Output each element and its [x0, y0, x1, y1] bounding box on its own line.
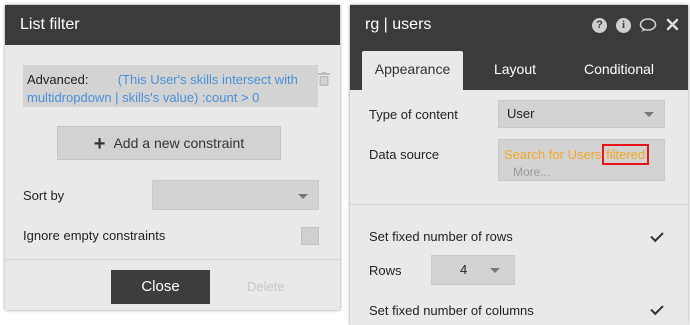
type-of-content-dropdown[interactable]: User: [498, 100, 665, 128]
add-constraint-label: Add a new constraint: [113, 135, 245, 151]
list-filter-panel: List filter Advanced: (This User's skill…: [5, 5, 340, 310]
list-filter-footer: Close Delete: [5, 259, 340, 310]
fixed-rows-checkbox[interactable]: [648, 228, 666, 244]
advanced-expression-line1[interactable]: (This User's skills intersect with: [118, 72, 298, 87]
list-filter-title: List filter: [5, 5, 340, 45]
sort-by-label: Sort by: [23, 188, 65, 203]
close-icon[interactable]: [666, 18, 679, 34]
trash-icon[interactable]: [318, 72, 330, 86]
close-button[interactable]: Close: [111, 270, 210, 304]
ignore-empty-checkbox[interactable]: [301, 227, 319, 245]
checkmark-icon: [650, 301, 664, 316]
tab-appearance[interactable]: Appearance: [362, 51, 463, 90]
data-source-label: Data source: [369, 147, 440, 162]
checkmark-icon: [650, 228, 664, 243]
help-icon[interactable]: ?: [592, 18, 607, 33]
data-source-expression[interactable]: Search for Users:: [504, 147, 605, 162]
rows-label: Rows: [369, 263, 402, 278]
type-of-content-label: Type of content: [369, 107, 458, 122]
fixed-rows-label: Set fixed number of rows: [369, 229, 513, 244]
advanced-expression-line2[interactable]: multidropdown | skills's value): [27, 90, 198, 105]
tab-bar: Appearance Layout Conditional: [350, 45, 688, 90]
advanced-label: Advanced:: [27, 72, 89, 87]
delete-button[interactable]: Delete: [247, 270, 285, 304]
advanced-expression-suffix[interactable]: :count > 0: [202, 90, 259, 105]
rows-dropdown[interactable]: 4: [431, 255, 515, 285]
data-source-filtered[interactable]: filtered: [602, 144, 650, 165]
info-icon[interactable]: i: [616, 18, 631, 33]
element-title: rg | users: [350, 5, 688, 45]
rows-value: 4: [460, 262, 468, 277]
chevron-down-icon: [298, 194, 308, 199]
chevron-down-icon: [490, 268, 500, 273]
ignore-empty-label: Ignore empty constraints: [23, 228, 166, 243]
tab-conditional[interactable]: Conditional: [572, 51, 666, 90]
fixed-columns-checkbox[interactable]: [648, 301, 666, 317]
section-divider: [350, 204, 688, 205]
advanced-constraint[interactable]: Advanced: (This User's skills intersect …: [23, 65, 318, 107]
sort-by-dropdown[interactable]: [152, 180, 319, 210]
more-link[interactable]: More...: [513, 165, 550, 179]
fixed-columns-label: Set fixed number of columns: [369, 303, 534, 318]
type-of-content-value: User: [507, 106, 535, 121]
tab-layout[interactable]: Layout: [480, 51, 550, 90]
comment-icon[interactable]: [639, 18, 657, 36]
plus-icon: +: [93, 133, 106, 155]
chevron-down-icon: [644, 112, 654, 117]
property-editor-panel: rg | users ? i Appearance Layout Conditi…: [350, 5, 688, 325]
add-constraint-button[interactable]: + Add a new constraint: [57, 126, 281, 160]
data-source-field[interactable]: Search for Users:filtered More...: [498, 139, 665, 181]
